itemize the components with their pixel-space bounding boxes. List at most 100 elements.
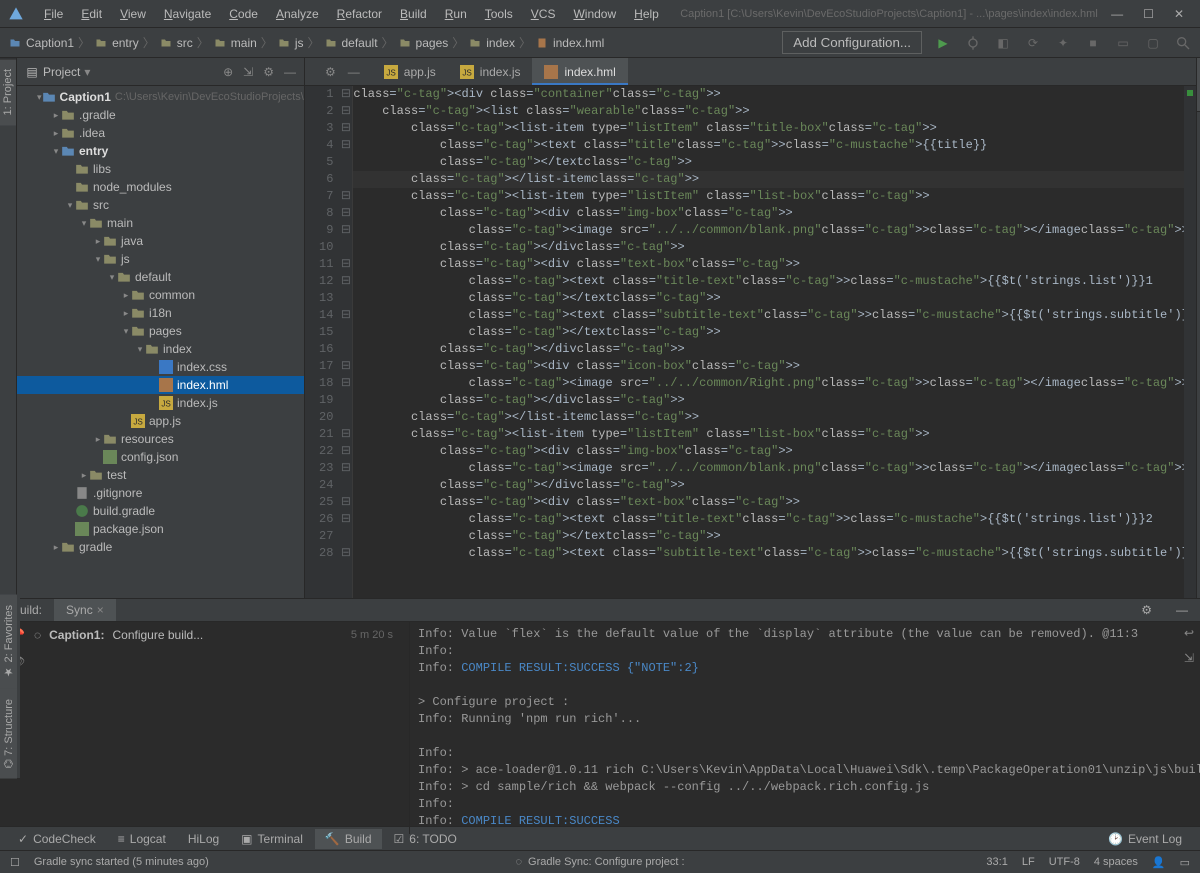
attach-icon[interactable]: ✦ xyxy=(1054,34,1072,52)
code-line[interactable]: class="c-tag"><text class="subtitle-text… xyxy=(353,307,1196,324)
breadcrumb-item[interactable]: main xyxy=(213,36,257,50)
editor-tab[interactable]: JSapp.js xyxy=(372,58,448,85)
dropdown-icon[interactable]: ▾ xyxy=(84,65,90,79)
code-line[interactable]: class="c-tag"><div class="text-box"class… xyxy=(353,494,1196,511)
tool-settings-icon[interactable]: ⚙ xyxy=(1129,599,1164,621)
tree-row[interactable]: JSapp.js xyxy=(17,412,304,430)
code-line[interactable]: class="c-tag"><div class="img-box"class=… xyxy=(353,443,1196,460)
code-line[interactable]: class="c-tag"></textclass="c-tag">> xyxy=(353,324,1196,341)
menu-item-window[interactable]: Window xyxy=(565,3,624,25)
tree-arrow-icon[interactable]: ▾ xyxy=(51,146,61,157)
add-configuration-button[interactable]: Add Configuration... xyxy=(782,31,922,54)
bottom-tab-codecheck[interactable]: ✓CodeCheck xyxy=(8,829,106,849)
menu-item-vcs[interactable]: VCS xyxy=(523,3,564,25)
code-line[interactable]: class="c-tag"><div class="container"clas… xyxy=(353,86,1196,103)
menu-item-refactor[interactable]: Refactor xyxy=(329,3,390,25)
code-line[interactable]: class="c-tag"></divclass="c-tag">> xyxy=(353,341,1196,358)
tree-row[interactable]: package.json xyxy=(17,520,304,538)
code-line[interactable]: class="c-tag"><div class="text-box"class… xyxy=(353,256,1196,273)
layout-icon[interactable]: ▭ xyxy=(1114,34,1132,52)
profiler-icon[interactable]: ⟳ xyxy=(1024,34,1042,52)
tree-arrow-icon[interactable]: ▸ xyxy=(121,308,131,319)
breadcrumb-item[interactable]: pages xyxy=(398,36,449,50)
tree-arrow-icon[interactable]: ▾ xyxy=(65,200,75,211)
tree-row[interactable]: ▸gradle xyxy=(17,538,304,556)
collapse-all-icon[interactable]: ⇲ xyxy=(243,65,253,79)
build-tab-sync[interactable]: Sync × xyxy=(54,599,116,621)
editor-tab[interactable]: JSindex.js xyxy=(448,58,533,85)
tree-row[interactable]: ▾pages xyxy=(17,322,304,340)
bottom-tab-hilog[interactable]: HiLog xyxy=(178,829,229,849)
breadcrumb-item[interactable]: entry xyxy=(94,36,139,50)
status-indicator-icon[interactable]: ☐ xyxy=(10,856,20,869)
breadcrumb-item[interactable]: Caption1 xyxy=(8,36,74,50)
menu-item-view[interactable]: View xyxy=(112,3,154,25)
code-line[interactable]: class="c-tag"><list-item type="listItem"… xyxy=(353,188,1196,205)
breadcrumb-item[interactable]: index.hml xyxy=(535,36,604,50)
tree-row[interactable]: ▸java xyxy=(17,232,304,250)
tree-arrow-icon[interactable]: ▾ xyxy=(79,218,89,229)
fold-gutter[interactable]: ⊟⊟⊟⊟⊟⊟⊟⊟⊟⊟⊟⊟⊟⊟⊟⊟⊟⊟ xyxy=(339,86,353,598)
indent-config[interactable]: 4 spaces xyxy=(1094,856,1138,868)
tree-row[interactable]: ▸.idea xyxy=(17,124,304,142)
menu-item-run[interactable]: Run xyxy=(437,3,475,25)
code-line[interactable]: class="c-tag"><list-item type="listItem"… xyxy=(353,120,1196,137)
build-status-tree[interactable]: 📌 👁 ◌ Caption1: Configure build... 5 m 2… xyxy=(0,622,410,834)
settings-icon[interactable]: ⚙ xyxy=(325,65,336,79)
tree-row[interactable]: ▾js xyxy=(17,250,304,268)
tree-row[interactable]: ▾src xyxy=(17,196,304,214)
tree-row[interactable]: ▾main xyxy=(17,214,304,232)
code-line[interactable]: class="c-tag"></list-itemclass="c-tag">> xyxy=(353,171,1196,188)
code-line[interactable]: class="c-tag"><list-item type="listItem"… xyxy=(353,426,1196,443)
tree-row[interactable]: ▸i18n xyxy=(17,304,304,322)
code-line[interactable]: class="c-tag"></list-itemclass="c-tag">> xyxy=(353,409,1196,426)
menu-item-code[interactable]: Code xyxy=(221,3,266,25)
hide-icon[interactable]: — xyxy=(284,65,296,79)
menu-item-build[interactable]: Build xyxy=(392,3,435,25)
tree-arrow-icon[interactable]: ▸ xyxy=(51,128,61,139)
run-icon[interactable]: ▶ xyxy=(934,34,952,52)
inspection-icon[interactable]: 👤 xyxy=(1152,856,1166,869)
code-line[interactable]: class="c-tag"></textclass="c-tag">> xyxy=(353,290,1196,307)
tool-hide-icon[interactable]: — xyxy=(1164,599,1200,621)
tree-arrow-icon[interactable]: ▸ xyxy=(51,110,61,121)
menu-item-edit[interactable]: Edit xyxy=(73,3,110,25)
project-tool-tab[interactable]: 1: Project xyxy=(0,58,16,125)
menu-item-analyze[interactable]: Analyze xyxy=(268,3,327,25)
minimize-button[interactable]: — xyxy=(1111,7,1123,21)
code-line[interactable]: class="c-tag"><image src="../../common/b… xyxy=(353,222,1196,239)
editor-tab[interactable]: index.hml xyxy=(532,58,627,85)
code-line[interactable]: class="c-tag"></divclass="c-tag">> xyxy=(353,392,1196,409)
tree-row[interactable]: ▸test xyxy=(17,466,304,484)
tree-row[interactable]: build.gradle xyxy=(17,502,304,520)
bottom-tab-build[interactable]: 🔨Build xyxy=(315,829,382,849)
code-line[interactable]: class="c-tag"><text class="title-text"cl… xyxy=(353,511,1196,528)
tree-arrow-icon[interactable]: ▸ xyxy=(93,434,103,445)
structure-tool-tab[interactable]: ⌬ 7: Structure xyxy=(0,689,17,779)
breadcrumb-item[interactable]: src xyxy=(159,36,193,50)
code-line[interactable]: class="c-tag"></divclass="c-tag">> xyxy=(353,239,1196,256)
soft-wrap-icon[interactable]: ↩ xyxy=(1184,626,1194,641)
tree-row[interactable]: ▸common xyxy=(17,286,304,304)
breadcrumb-item[interactable]: index xyxy=(468,36,515,50)
code-line[interactable]: class="c-tag"><text class="subtitle-text… xyxy=(353,545,1196,562)
tree-arrow-icon[interactable]: ▾ xyxy=(93,254,103,265)
menu-item-tools[interactable]: Tools xyxy=(477,3,521,25)
tree-row[interactable]: index.hml xyxy=(17,376,304,394)
breadcrumb-item[interactable]: default xyxy=(324,36,378,50)
maximize-button[interactable]: ☐ xyxy=(1143,7,1154,21)
stop-icon[interactable]: ■ xyxy=(1084,34,1102,52)
bottom-tab-logcat[interactable]: ≡Logcat xyxy=(108,829,176,849)
close-icon[interactable]: × xyxy=(97,603,104,617)
menu-item-file[interactable]: File xyxy=(36,3,71,25)
code-line[interactable]: class="c-tag"><image src="../../common/b… xyxy=(353,460,1196,477)
encoding[interactable]: UTF-8 xyxy=(1049,856,1080,868)
settings-icon[interactable]: ⚙ xyxy=(263,65,274,79)
code-line[interactable]: class="c-tag"><image src="../../common/R… xyxy=(353,375,1196,392)
scroll-end-icon[interactable]: ⇲ xyxy=(1184,651,1194,666)
caret-position[interactable]: 33:1 xyxy=(986,856,1007,868)
tree-row[interactable]: ▾entry xyxy=(17,142,304,160)
line-ending[interactable]: LF xyxy=(1022,856,1035,868)
memory-icon[interactable]: ▭ xyxy=(1180,856,1190,869)
tree-arrow-icon[interactable]: ▸ xyxy=(121,290,131,301)
